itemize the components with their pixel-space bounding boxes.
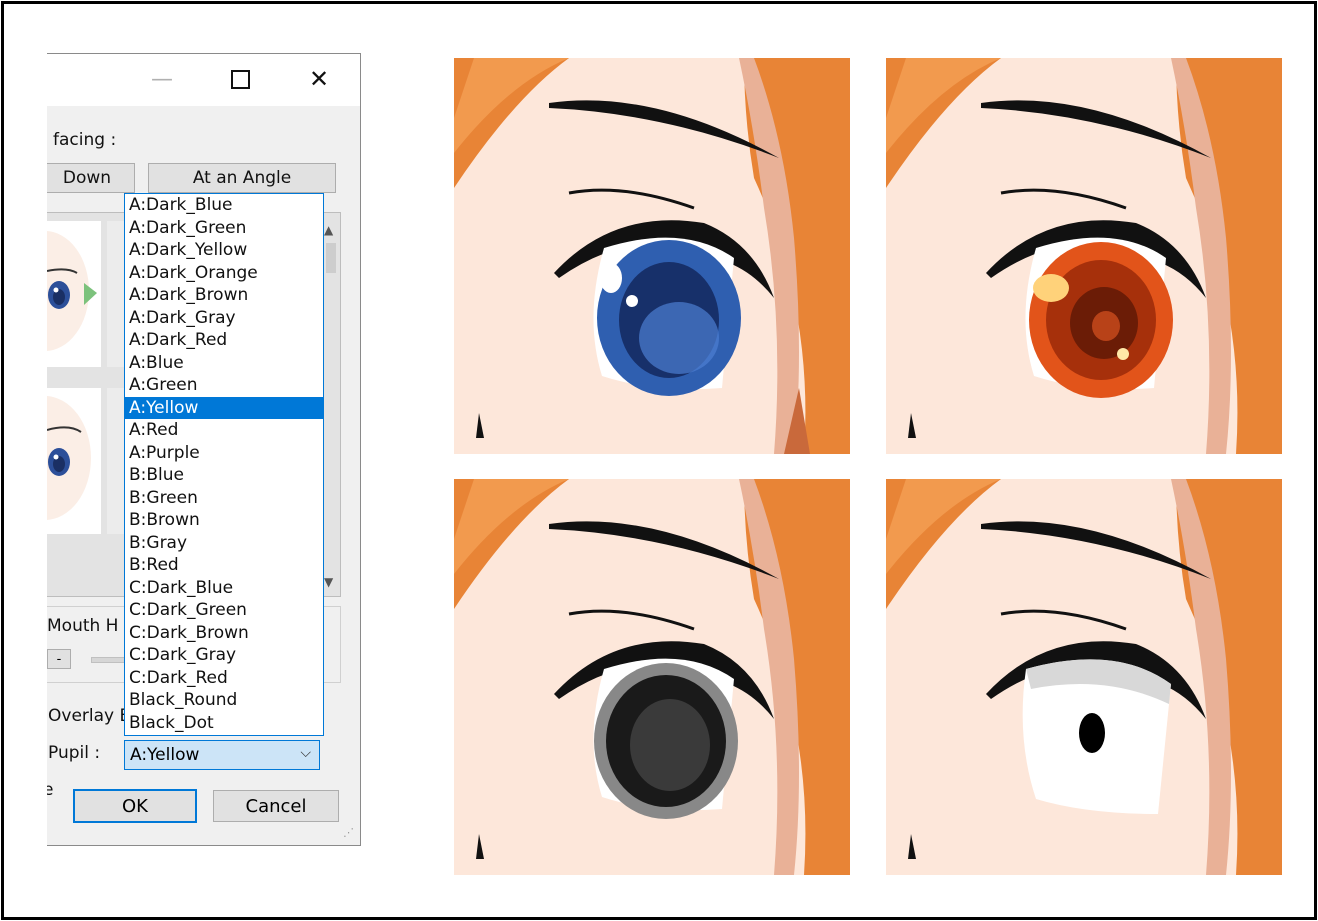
pupil-option[interactable]: C:Dark_Red xyxy=(125,667,323,690)
minimize-button[interactable]: — xyxy=(142,62,182,96)
scrollbar-thumb[interactable] xyxy=(326,243,336,273)
pupil-option[interactable]: C:Dark_Blue xyxy=(125,577,323,600)
eye-tile-white-dot xyxy=(886,479,1282,875)
pupil-option[interactable]: A:Dark_Gray xyxy=(125,307,323,330)
pupil-option[interactable]: A:Purple xyxy=(125,442,323,465)
face-thumbnail[interactable] xyxy=(47,388,101,534)
chevron-down-icon: ⌵ xyxy=(300,745,311,761)
eye-tile-blue xyxy=(454,58,850,454)
title-bar: — ✕ xyxy=(47,54,360,106)
pupil-option[interactable]: A:Red xyxy=(125,419,323,442)
minimize-icon: — xyxy=(151,66,173,92)
pupil-option[interactable]: A:Dark_Brown xyxy=(125,284,323,307)
pupil-option[interactable]: A:Dark_Blue xyxy=(125,194,323,217)
maximize-icon xyxy=(230,69,250,89)
partial-label: e xyxy=(47,780,53,800)
overlay-label: Overlay E xyxy=(48,706,131,726)
maximize-button[interactable] xyxy=(220,62,260,96)
pupil-option[interactable]: Black_Dot xyxy=(125,712,323,735)
minus-button[interactable]: - xyxy=(47,649,71,669)
at-an-angle-button[interactable]: At an Angle xyxy=(148,163,336,193)
pupil-option[interactable]: C:Dark_Green xyxy=(125,599,323,622)
pupil-option[interactable]: B:Brown xyxy=(125,509,323,532)
face-thumbnail[interactable] xyxy=(47,221,101,367)
close-button[interactable]: ✕ xyxy=(299,62,339,96)
pupil-option[interactable]: B:Gray xyxy=(125,532,323,555)
pupil-option[interactable]: A:Blue xyxy=(125,352,323,375)
pupil-dropdown-list[interactable]: A:Dark_Blue A:Dark_Green A:Dark_Yellow A:Da… xyxy=(124,193,324,736)
mouth-label: Mouth H xyxy=(47,616,119,636)
eye-tile-orange xyxy=(886,58,1282,454)
pupil-option[interactable]: B:Blue xyxy=(125,464,323,487)
pupil-option[interactable]: C:Dark_Brown xyxy=(125,622,323,645)
scroll-up-icon[interactable]: ▲ xyxy=(324,223,333,237)
pupil-select[interactable]: A:Yellow ⌵ xyxy=(124,740,320,770)
pupil-option[interactable]: A:Dark_Green xyxy=(125,217,323,240)
pupil-option[interactable]: Black_Round xyxy=(125,689,323,712)
resize-grip-icon[interactable]: ⋰ xyxy=(343,826,354,839)
pupil-option[interactable]: A:Dark_Orange xyxy=(125,262,323,285)
pupil-option[interactable]: B:Green xyxy=(125,487,323,510)
pupil-option[interactable]: B:Red xyxy=(125,554,323,577)
close-icon: ✕ xyxy=(308,65,330,93)
pupil-option[interactable]: A:Dark_Yellow xyxy=(125,239,323,262)
pupil-option[interactable]: A:Yellow xyxy=(125,396,323,419)
ok-button[interactable]: OK xyxy=(73,789,197,823)
scroll-down-icon[interactable]: ▼ xyxy=(324,575,333,589)
pupil-select-value: A:Yellow xyxy=(130,745,200,765)
pupil-option[interactable]: C:Dark_Gray xyxy=(125,644,323,667)
facing-label: facing : xyxy=(53,130,117,150)
down-button[interactable]: Down xyxy=(47,163,135,193)
pupil-option[interactable]: A:Green xyxy=(125,374,323,397)
pupil-option[interactable]: A:Dark_Red xyxy=(125,329,323,352)
eye-tile-gray xyxy=(454,479,850,875)
pupil-label: Pupil : xyxy=(48,743,101,763)
cancel-button[interactable]: Cancel xyxy=(213,790,339,822)
